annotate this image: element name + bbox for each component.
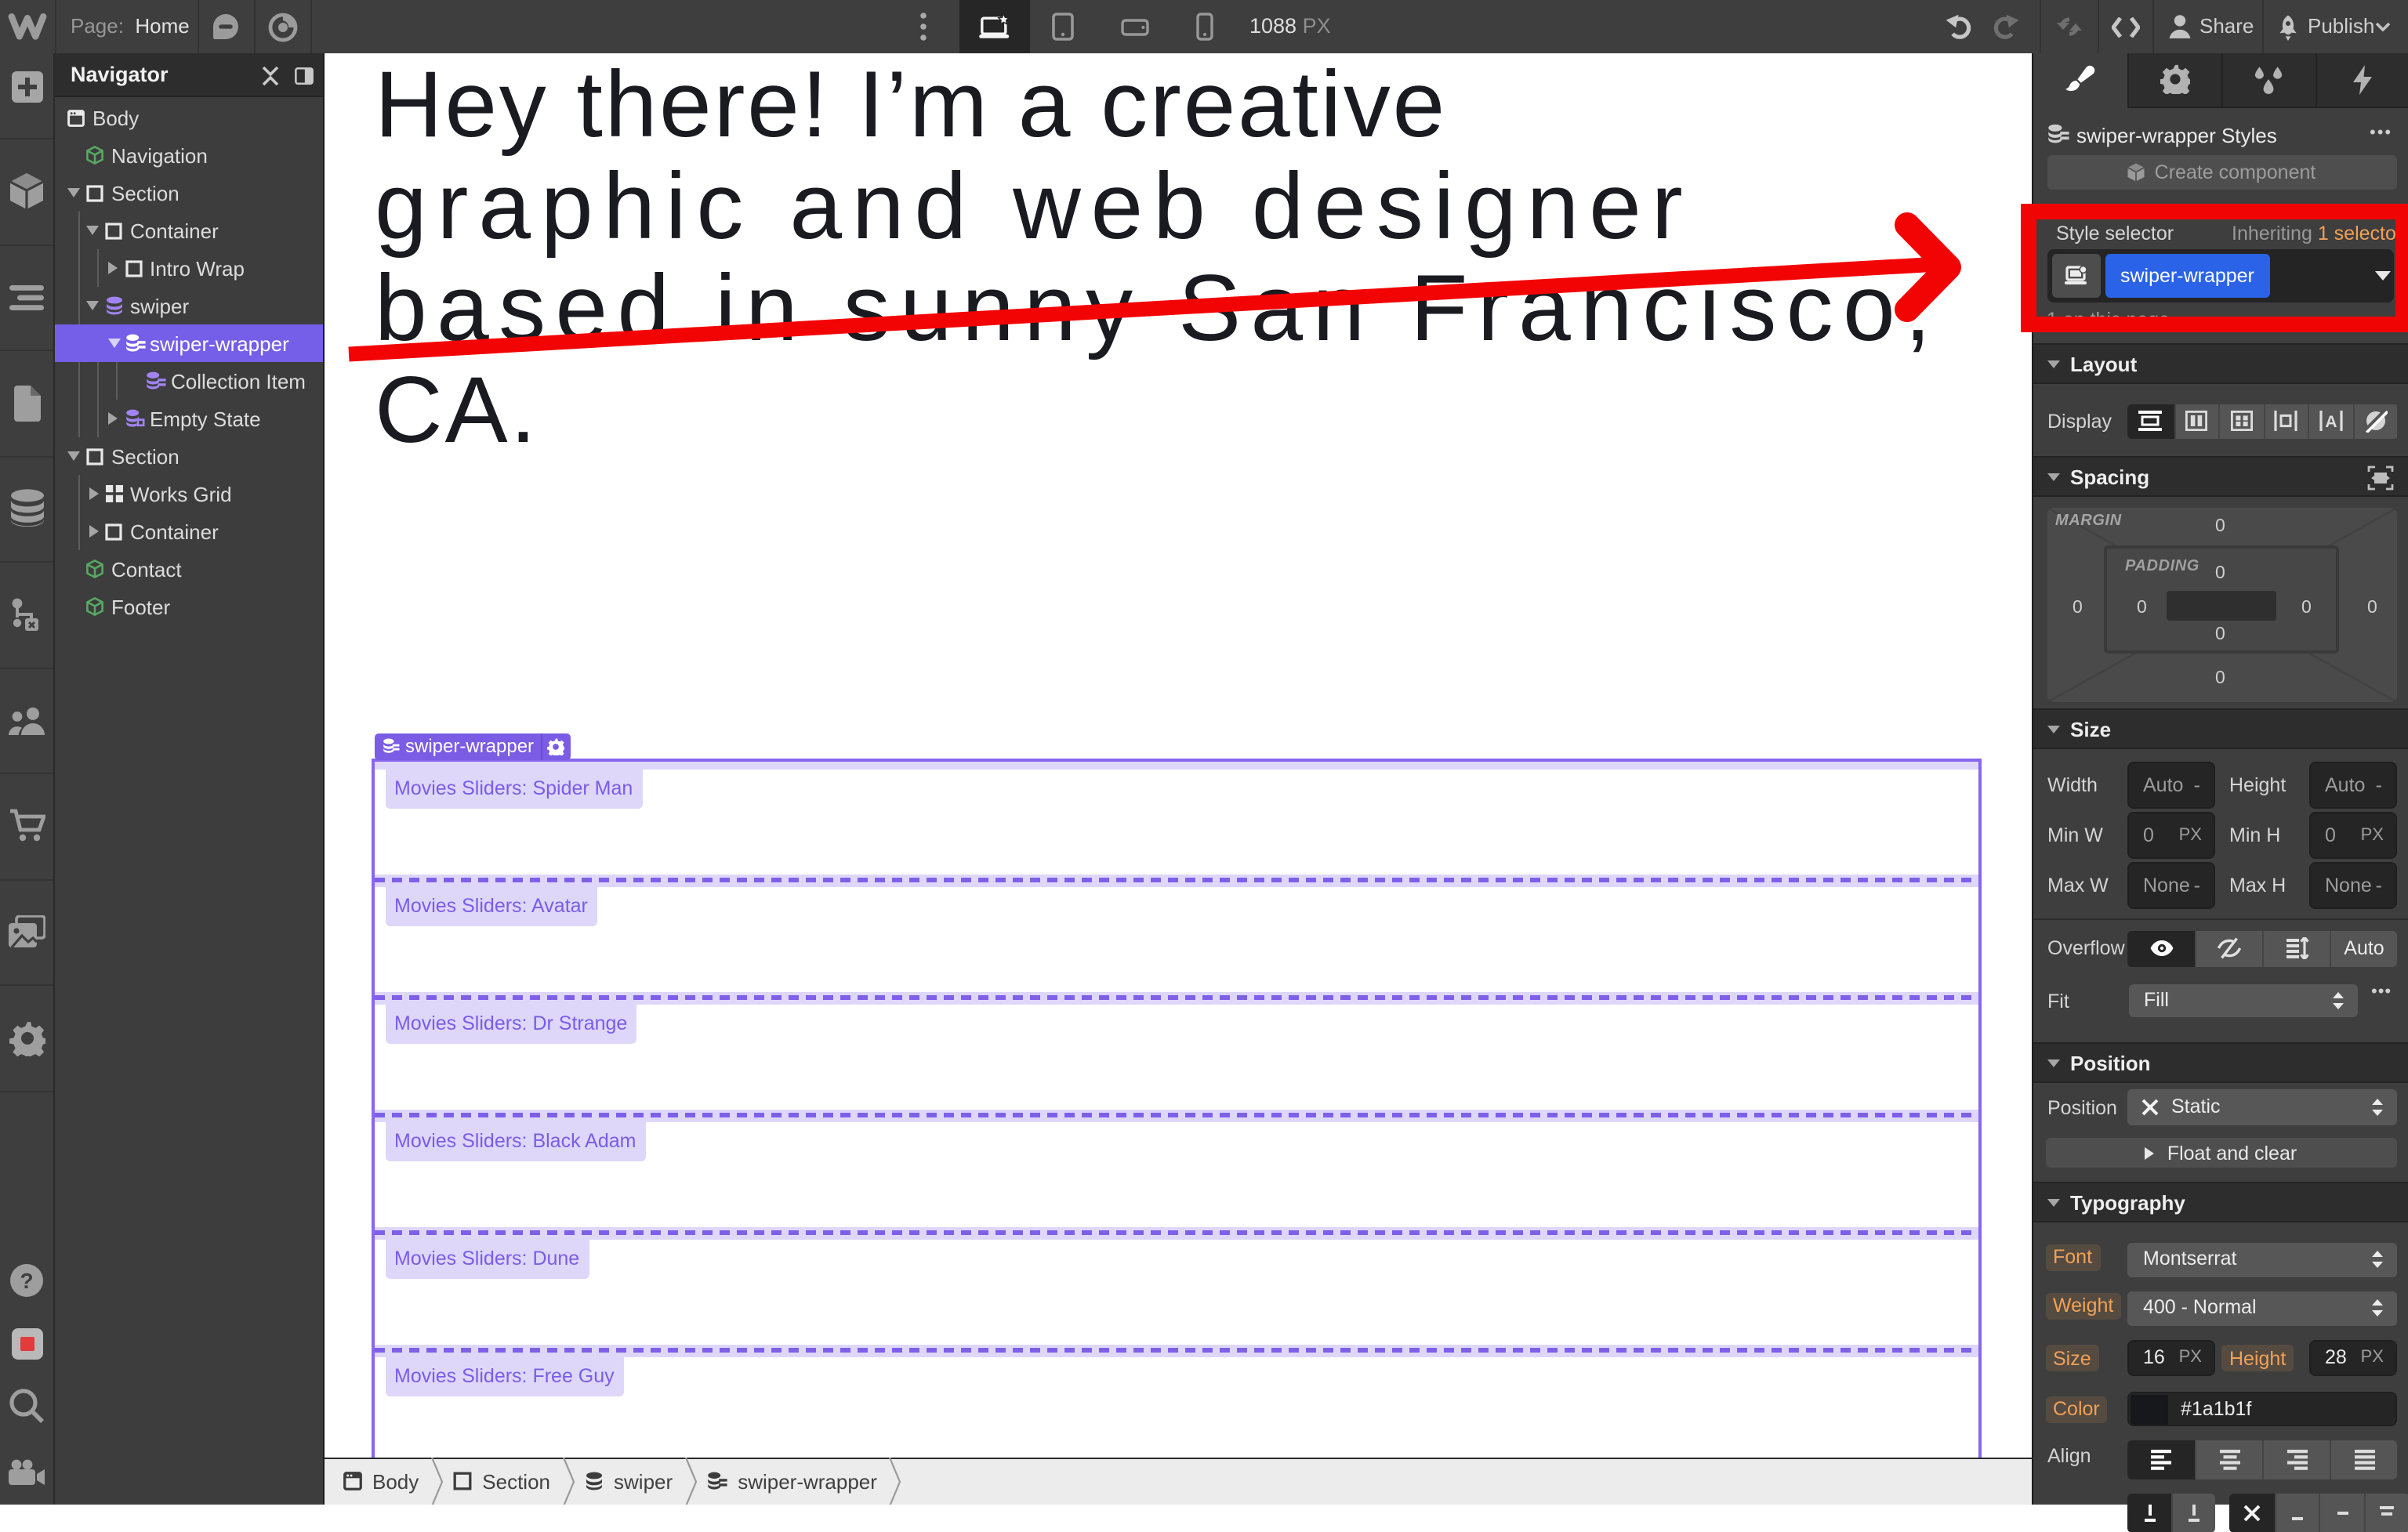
svg-text:?: ? (20, 1269, 33, 1293)
svg-text:A: A (2325, 414, 2337, 432)
